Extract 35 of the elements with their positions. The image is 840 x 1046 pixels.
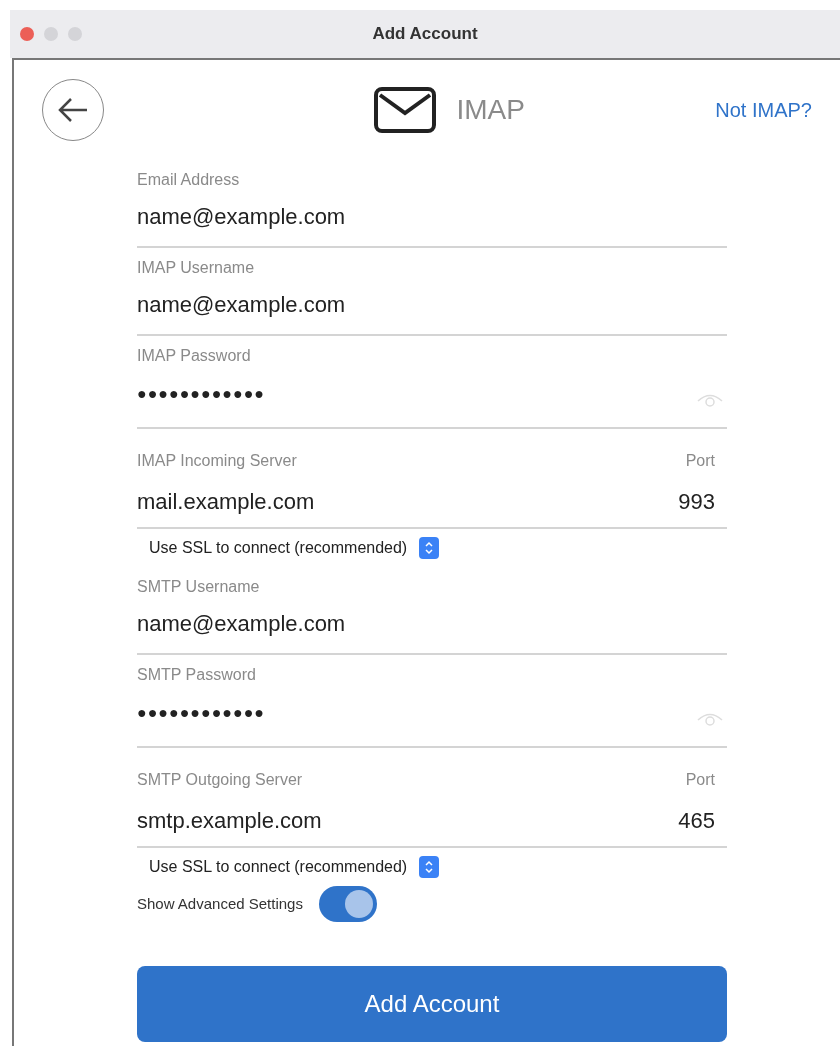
field-label: IMAP Incoming Server <box>137 451 298 471</box>
input-field[interactable]: name@example.com <box>137 288 727 321</box>
field-label: IMAP Username <box>137 258 256 278</box>
zoom-icon[interactable] <box>68 27 82 41</box>
window-title: Add Account <box>372 23 478 46</box>
ssl-dropdown[interactable]: Use SSL to connect (recommended) <box>149 536 440 560</box>
field-label: IMAP Password <box>137 346 252 366</box>
field-label: SMTP Outgoing Server <box>137 770 304 790</box>
field-label: Port <box>685 770 715 790</box>
add-account-button[interactable]: Add Account <box>137 966 727 1042</box>
port-field[interactable]: 993 <box>665 485 715 518</box>
stepper-icon <box>419 856 440 878</box>
field-label: SMTP Password <box>137 665 257 685</box>
password-field[interactable]: ●●●●●●●●●●●● <box>137 382 697 406</box>
back-arrow-icon <box>57 97 89 123</box>
input-field[interactable]: name@example.com <box>137 200 727 233</box>
field-label: Port <box>685 451 715 471</box>
field-label: SMTP Username <box>137 577 261 597</box>
account-type-title: IMAP <box>456 93 525 127</box>
eye-icon[interactable] <box>697 392 723 408</box>
field-label: Email Address <box>137 170 241 190</box>
stepper-icon <box>419 537 440 559</box>
input-field[interactable]: smtp.example.com <box>137 804 665 837</box>
password-field[interactable]: ●●●●●●●●●●●● <box>137 701 697 725</box>
close-icon[interactable] <box>20 27 34 41</box>
minimize-icon[interactable] <box>44 27 58 41</box>
toggle-label: Show Advanced Settings <box>137 893 303 914</box>
envelope-icon <box>374 87 437 133</box>
ssl-dropdown[interactable]: Use SSL to connect (recommended) <box>149 855 440 879</box>
port-field[interactable]: 465 <box>665 804 715 837</box>
not-imap-link[interactable]: Not IMAP? <box>715 95 812 125</box>
input-field[interactable]: name@example.com <box>137 607 727 640</box>
eye-icon[interactable] <box>697 711 723 727</box>
input-field[interactable]: mail.example.com <box>137 485 665 518</box>
toggle-switch[interactable] <box>318 886 377 922</box>
